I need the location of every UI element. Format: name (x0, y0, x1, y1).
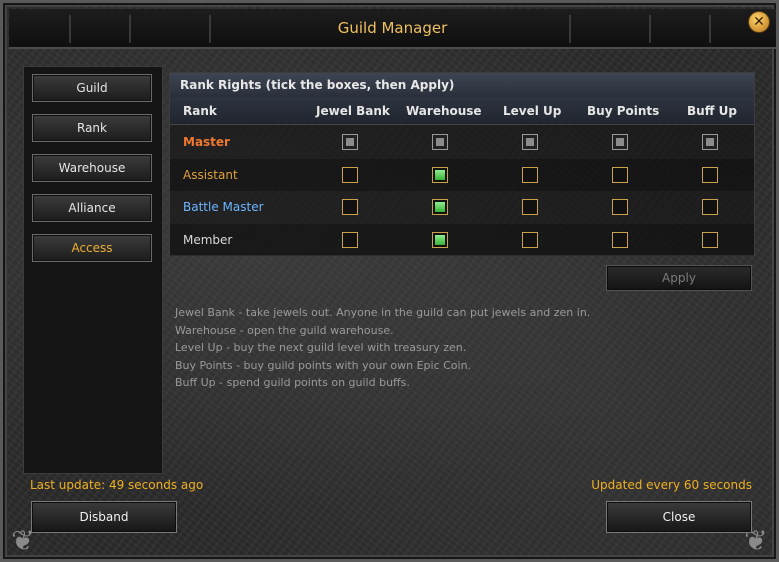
column-buy-points: Buy Points (587, 104, 660, 118)
rank-rights-column-header: Rank Jewel Bank Warehouse Level Up Buy P… (170, 97, 754, 125)
window-title: Guild Manager (337, 19, 448, 37)
sidebar-item-rank[interactable]: Rank (32, 114, 152, 142)
checkbox-buy-points[interactable] (612, 166, 628, 183)
rank-name: Master (183, 135, 230, 149)
column-level-up: Level Up (503, 104, 562, 118)
checkbox-jewel-bank[interactable] (342, 231, 358, 248)
rank-name: Member (183, 232, 233, 247)
sidebar-item-warehouse[interactable]: Warehouse (32, 154, 152, 182)
checkbox-buff-up[interactable] (702, 231, 718, 248)
apply-button[interactable]: Apply (606, 265, 752, 291)
title-bar: Guild Manager ✕ (9, 9, 776, 49)
refresh-interval-text: Updated every 60 seconds (591, 478, 752, 492)
rank-row: Member (170, 223, 754, 256)
checkbox-buy-points[interactable] (612, 231, 628, 248)
checkbox-jewel-bank[interactable] (342, 199, 358, 215)
checkbox-jewel-bank (342, 134, 358, 150)
checkbox-warehouse[interactable] (432, 231, 448, 248)
checkbox-level-up[interactable] (522, 166, 538, 183)
guild-manager-window: ❦ ❦ ❦ Guild Manager ✕ Guild Rank Warehou… (0, 0, 779, 562)
note-buff-up: Buff Up - spend guild points on guild bu… (175, 376, 410, 389)
column-jewel-bank: Jewel Bank (316, 104, 390, 118)
checkbox-warehouse (432, 134, 448, 150)
rank-rights-panel: Rank Rights (tick the boxes, then Apply)… (169, 72, 755, 256)
note-jewel-bank: Jewel Bank - take jewels out. Anyone in … (175, 306, 591, 319)
column-rank: Rank (183, 104, 217, 118)
last-update-text: Last update: 49 seconds ago (30, 478, 204, 492)
checkbox-level-up[interactable] (522, 199, 538, 215)
column-buff-up: Buff Up (687, 104, 737, 118)
note-level-up: Level Up - buy the next guild level with… (175, 341, 467, 354)
rank-name: Battle Master (183, 200, 264, 214)
sidebar-item-alliance[interactable]: Alliance (32, 194, 152, 222)
close-button[interactable]: Close (606, 501, 752, 533)
checkbox-buy-points (612, 134, 628, 150)
checkbox-buy-points[interactable] (612, 199, 628, 215)
sidebar-item-access[interactable]: Access (32, 234, 152, 262)
checkbox-buff-up[interactable] (702, 199, 718, 215)
disband-button[interactable]: Disband (31, 501, 177, 533)
rank-row: Battle Master (170, 191, 754, 223)
sidebar: Guild Rank Warehouse Alliance Access (23, 66, 163, 474)
checkbox-level-up (522, 134, 538, 150)
checkbox-warehouse[interactable] (432, 166, 448, 183)
column-warehouse: Warehouse (406, 104, 482, 118)
checkbox-buff-up[interactable] (702, 166, 718, 183)
rights-help-text: Jewel Bank - take jewels out. Anyone in … (175, 304, 595, 392)
rank-name: Assistant (183, 167, 238, 182)
note-buy-points: Buy Points - buy guild points with your … (175, 358, 472, 372)
checkbox-warehouse[interactable] (432, 199, 448, 215)
rank-row: Master (170, 126, 754, 158)
note-warehouse: Warehouse - open the guild warehouse. (175, 323, 394, 337)
checkbox-buff-up (702, 134, 718, 150)
rank-rights-header: Rank Rights (tick the boxes, then Apply) (170, 73, 754, 97)
rank-row: Assistant (170, 158, 754, 191)
sidebar-item-guild[interactable]: Guild (32, 74, 152, 102)
checkbox-level-up[interactable] (522, 231, 538, 248)
checkbox-jewel-bank[interactable] (342, 166, 358, 183)
close-icon[interactable]: ✕ (748, 11, 770, 33)
